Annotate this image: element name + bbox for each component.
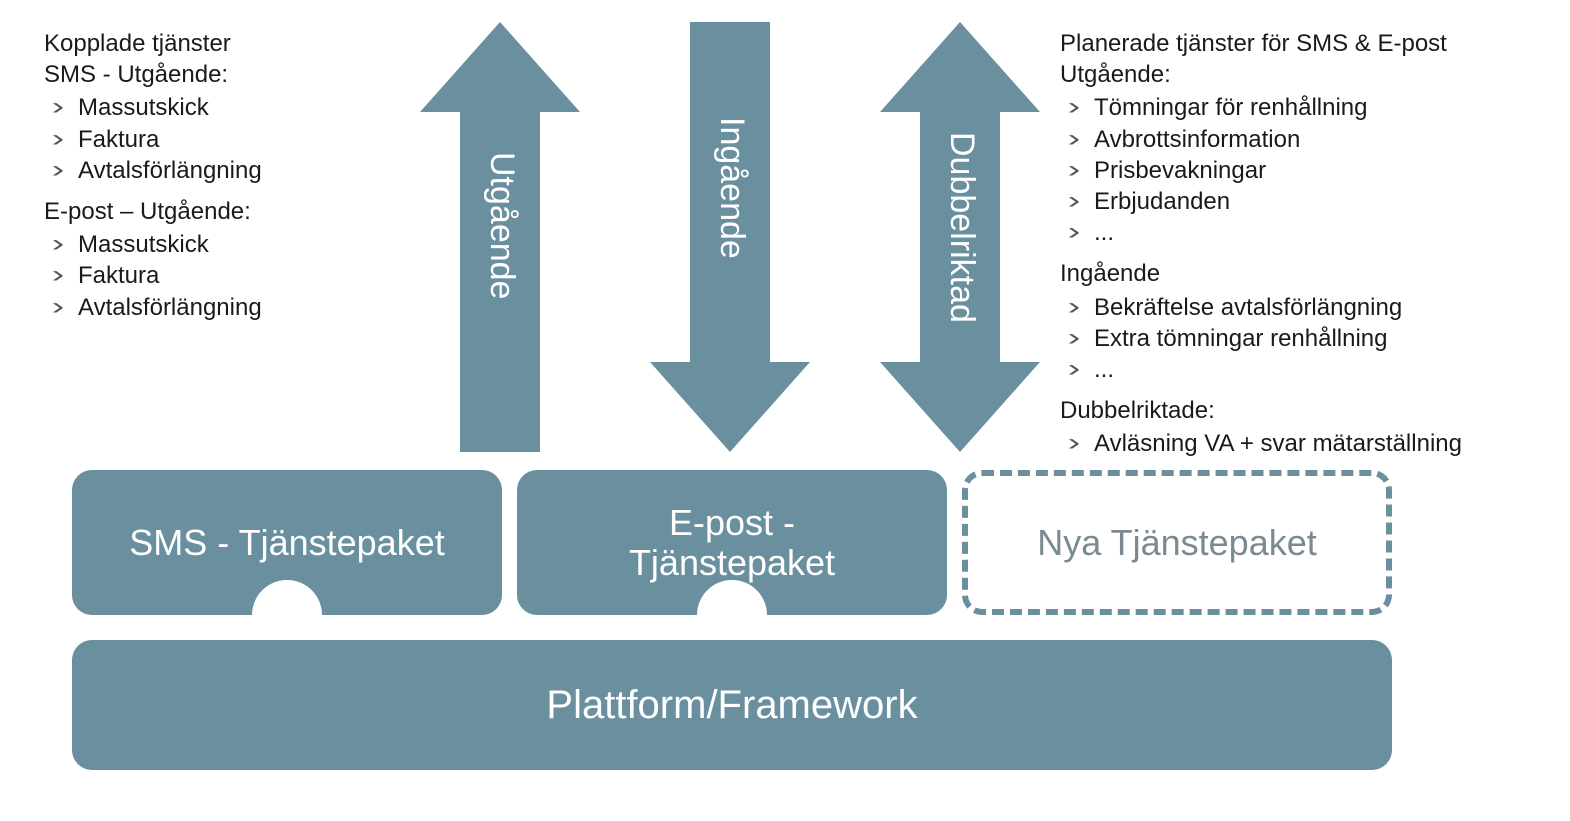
list-item: Massutskick xyxy=(54,229,444,260)
list-item: Erbjudanden xyxy=(1070,186,1540,217)
list-item: Avtalsförlängning xyxy=(54,155,444,186)
list-item: Avbrottsinformation xyxy=(1070,124,1540,155)
left-title: Kopplade tjänster xyxy=(44,28,444,59)
platform-box: Plattform/Framework xyxy=(72,640,1392,770)
list-item: ... xyxy=(1070,354,1540,385)
list-item: Bekräftelse avtalsförlängning xyxy=(1070,292,1540,323)
list-item: Faktura xyxy=(54,124,444,155)
up-arrow: Utgående xyxy=(420,22,580,457)
list-item: ... xyxy=(1070,217,1540,248)
nya-box-label: Nya Tjänstepaket xyxy=(1037,523,1317,563)
both-arrow: Dubbelriktad xyxy=(880,22,1040,457)
right-section3-title: Dubbelriktade: xyxy=(1060,395,1540,426)
right-title: Planerade tjänster för SMS & E-post xyxy=(1060,28,1540,59)
left-section1-title: SMS - Utgående: xyxy=(44,59,444,90)
list-item: Tömningar för renhållning xyxy=(1070,92,1540,123)
up-arrow-label: Utgående xyxy=(482,152,521,299)
sms-box-label: SMS - Tjänstepaket xyxy=(129,523,444,563)
right-section2-list: Bekräftelse avtalsförlängning Extra tömn… xyxy=(1060,292,1540,386)
list-item: Prisbevakningar xyxy=(1070,155,1540,186)
right-section2-title: Ingående xyxy=(1060,258,1540,289)
list-item: Extra tömningar renhållning xyxy=(1070,323,1540,354)
right-section1-title: Utgående: xyxy=(1060,59,1540,90)
epost-box: E-post - Tjänstepaket xyxy=(517,470,947,615)
both-arrow-label: Dubbelriktad xyxy=(942,132,981,323)
list-item: Avläsning VA + svar mätarställning xyxy=(1070,428,1540,459)
nya-box: Nya Tjänstepaket xyxy=(962,470,1392,615)
notch-icon xyxy=(252,580,322,615)
down-arrow: Ingående xyxy=(650,22,810,457)
down-arrow-label: Ingående xyxy=(712,117,751,259)
sms-box: SMS - Tjänstepaket xyxy=(72,470,502,615)
right-text-panel: Planerade tjänster för SMS & E-post Utgå… xyxy=(1060,28,1540,501)
notch-icon xyxy=(697,580,767,615)
epost-box-label: E-post - Tjänstepaket xyxy=(629,503,835,582)
list-item: Faktura xyxy=(54,260,444,291)
left-section2-list: Massutskick Faktura Avtalsförlängning xyxy=(44,229,444,323)
platform-label: Plattform/Framework xyxy=(546,683,917,728)
list-item: Massutskick xyxy=(54,92,444,123)
right-section1-list: Tömningar för renhållning Avbrottsinform… xyxy=(1060,92,1540,248)
left-section1-list: Massutskick Faktura Avtalsförlängning xyxy=(44,92,444,186)
list-item: Avtalsförlängning xyxy=(54,292,444,323)
left-section2-title: E-post – Utgående: xyxy=(44,196,444,227)
left-text-panel: Kopplade tjänster SMS - Utgående: Massut… xyxy=(44,28,444,333)
